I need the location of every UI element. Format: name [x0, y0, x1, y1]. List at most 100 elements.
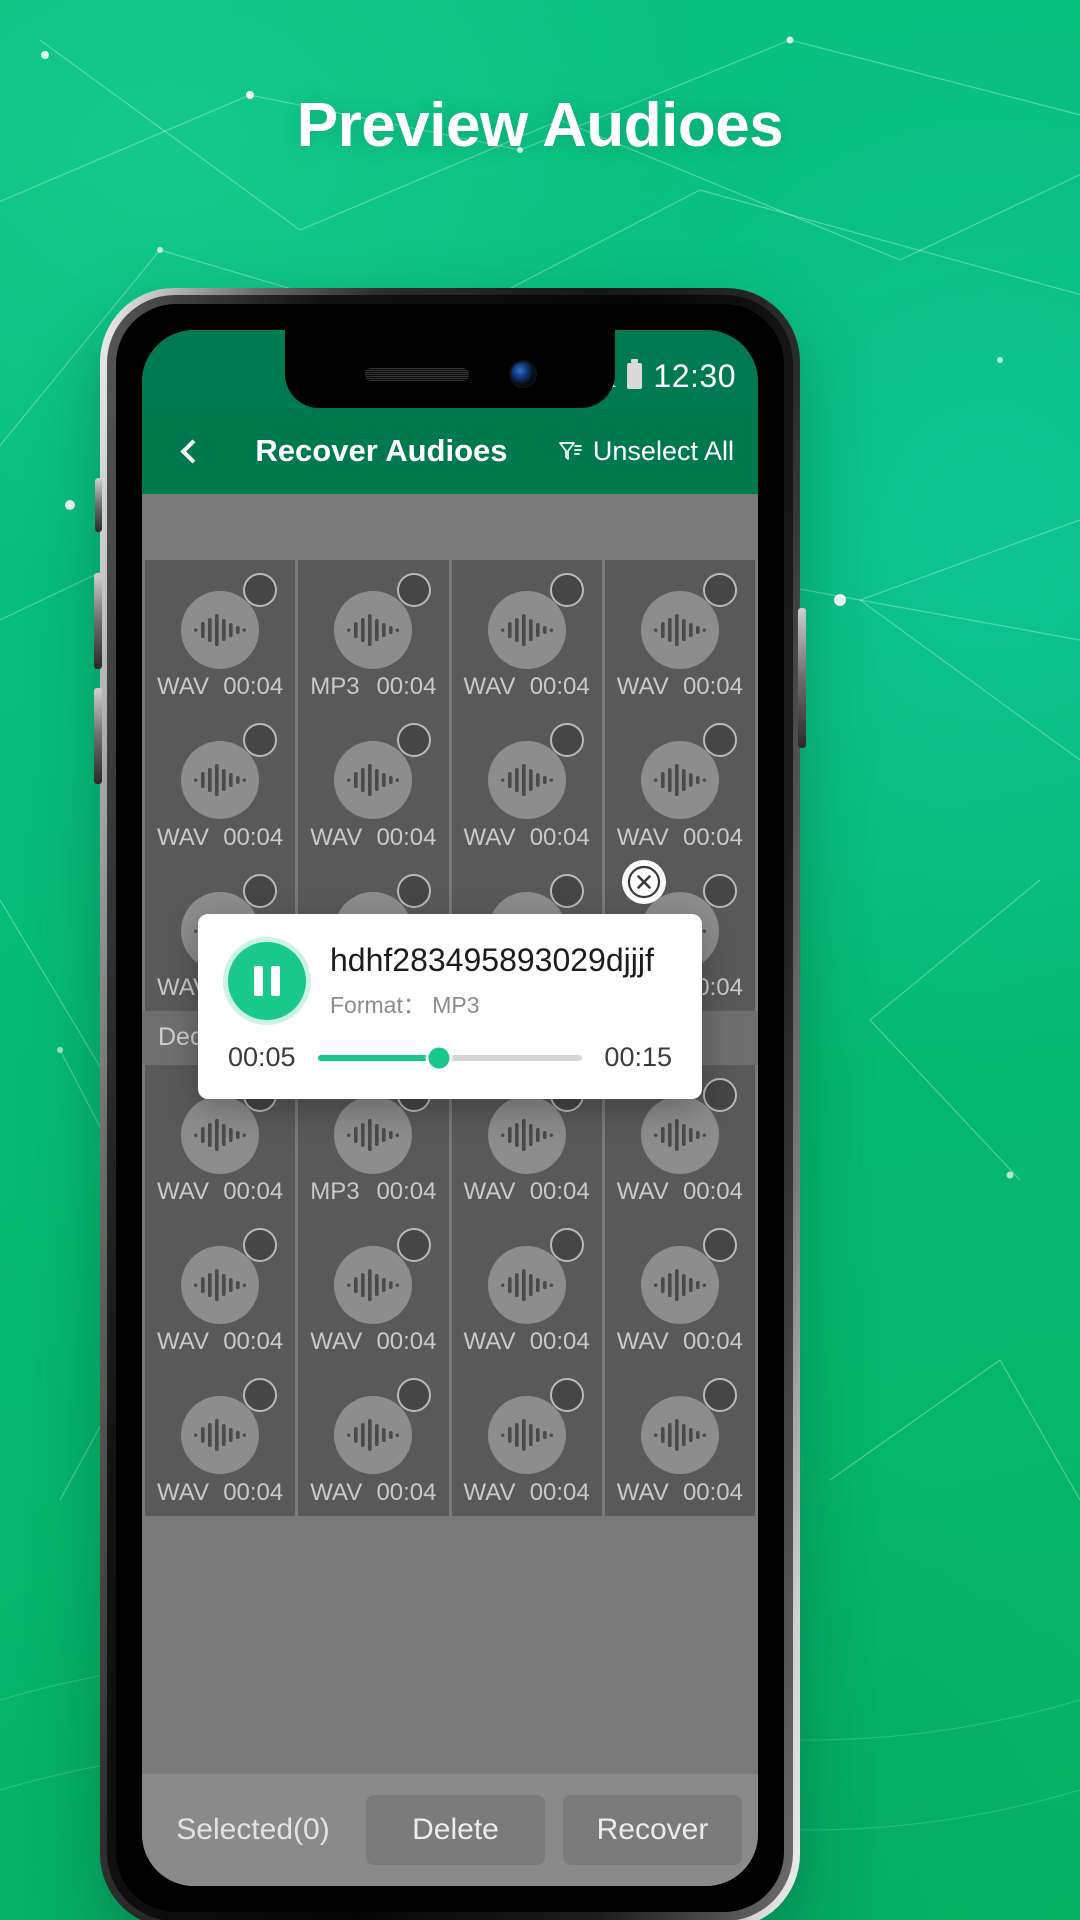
audio-list-scroll[interactable]: WAV 00:04 MP3 00:04 WAV 00:04 WAV 00:04 … [142, 494, 758, 1886]
waveform-icon [653, 1118, 706, 1151]
tile-format: WAV [463, 1178, 516, 1205]
tile-checkbox[interactable] [703, 723, 737, 758]
tile-meta: WAV 00:04 [298, 824, 448, 852]
audio-tile[interactable]: WAV 00:04 [145, 1365, 296, 1516]
tile-duration: 00:04 [682, 823, 743, 851]
tile-meta: MP3 00:04 [298, 1178, 448, 1206]
phone-screen: 12:30 Recover Audioes Unselect All WAV 0… [142, 330, 758, 1886]
tile-meta: WAV 00:04 [605, 824, 755, 852]
seek-thumb[interactable] [428, 1047, 450, 1068]
tile-checkbox[interactable] [396, 1228, 431, 1262]
player-progress-row: 00:05 00:15 [228, 1042, 672, 1073]
tile-checkbox[interactable] [243, 1378, 278, 1413]
tile-checkbox[interactable] [703, 1077, 737, 1112]
waveform-icon [653, 614, 706, 647]
audio-tile[interactable]: WAV 00:04 [298, 1365, 449, 1516]
bottom-action-bar: Selected(0) Delete Recover [142, 1774, 758, 1886]
tile-meta: MP3 00:04 [298, 673, 448, 701]
audio-tile[interactable]: WAV 00:04 [451, 560, 602, 711]
unselect-all-label: Unselect All [592, 435, 734, 466]
audio-tile[interactable]: WAV 00:04 [604, 1215, 755, 1366]
tile-checkbox[interactable] [243, 723, 278, 758]
current-time-label: 00:05 [228, 1042, 296, 1072]
tile-format: WAV [463, 1328, 516, 1356]
phone-bezel: 12:30 Recover Audioes Unselect All WAV 0… [116, 304, 784, 1912]
volume-down-button[interactable] [94, 688, 102, 784]
front-camera-icon [511, 362, 535, 386]
tile-checkbox[interactable] [243, 1228, 278, 1262]
volume-up-button[interactable] [94, 573, 102, 669]
audio-tile[interactable]: WAV 00:04 [604, 710, 755, 861]
tile-checkbox[interactable] [396, 723, 431, 758]
tile-format: WAV [616, 673, 669, 701]
seek-slider[interactable] [317, 1047, 583, 1068]
unselect-all-button[interactable]: Unselect All [557, 436, 738, 467]
audio-tile[interactable]: WAV 00:04 [145, 1215, 296, 1366]
tile-meta: WAV 00:04 [605, 673, 755, 701]
tile-checkbox[interactable] [396, 1378, 431, 1413]
audio-tile[interactable]: WAV 00:04 [298, 1215, 449, 1366]
tile-duration: 00:04 [682, 673, 743, 701]
list-top-spacer [142, 494, 758, 560]
tile-meta: WAV 00:04 [452, 1328, 602, 1356]
audio-thumbnail [334, 1246, 413, 1325]
waveform-icon [653, 1269, 706, 1302]
tile-meta: WAV 00:04 [605, 1479, 755, 1507]
seek-fill [317, 1054, 440, 1061]
audio-thumbnail [640, 1095, 719, 1174]
tile-checkbox[interactable] [703, 873, 737, 908]
tile-duration: 00:04 [682, 1178, 743, 1205]
audio-tile[interactable]: WAV 00:04 [451, 1365, 602, 1516]
tile-checkbox[interactable] [549, 573, 584, 607]
tile-format: WAV [616, 1328, 669, 1356]
tile-duration: 00:04 [529, 1178, 590, 1205]
tile-checkbox[interactable] [549, 1378, 584, 1413]
tile-meta: WAV 00:04 [452, 1178, 602, 1206]
tile-checkbox[interactable] [703, 1378, 737, 1413]
audio-tile[interactable]: WAV 00:04 [298, 710, 449, 861]
audio-tile[interactable]: WAV 00:04 [145, 710, 296, 861]
tile-checkbox[interactable] [243, 873, 278, 908]
tile-format: WAV [463, 823, 516, 851]
waveform-icon [347, 1419, 400, 1452]
audio-tile[interactable]: WAV 00:04 [604, 1365, 755, 1516]
mute-switch[interactable] [95, 478, 102, 532]
tile-duration: 00:04 [376, 1478, 437, 1506]
tile-checkbox[interactable] [396, 573, 431, 607]
audio-tile[interactable]: WAV 00:04 [604, 560, 755, 711]
tile-format: WAV [157, 1178, 209, 1205]
waveform-icon [194, 1118, 247, 1151]
phone-mockup: 12:30 Recover Audioes Unselect All WAV 0… [94, 288, 806, 1920]
tile-checkbox[interactable] [703, 1228, 737, 1262]
audio-thumbnail [181, 741, 260, 820]
tile-format: WAV [616, 1478, 669, 1506]
tile-meta: WAV 00:04 [452, 824, 602, 852]
audio-tile[interactable]: WAV 00:04 [451, 1215, 602, 1366]
audio-tile[interactable]: WAV 00:04 [451, 710, 602, 861]
delete-button[interactable]: Delete [366, 1795, 545, 1865]
audio-thumbnail [181, 1246, 260, 1325]
tile-meta: WAV 00:04 [145, 824, 295, 852]
audio-thumbnail [487, 1396, 566, 1475]
audio-tile[interactable]: WAV 00:04 [145, 560, 296, 711]
tile-meta: WAV 00:04 [605, 1178, 755, 1206]
tile-checkbox[interactable] [703, 573, 737, 607]
phone-notch [285, 330, 615, 408]
play-pause-button[interactable] [228, 942, 306, 1020]
tile-checkbox[interactable] [243, 573, 278, 607]
recover-button[interactable]: Recover [563, 1795, 742, 1865]
tile-checkbox[interactable] [549, 873, 584, 908]
filter-list-icon [559, 442, 582, 460]
tile-duration: 00:04 [376, 823, 437, 851]
audio-thumbnail [181, 1095, 260, 1174]
power-button[interactable] [798, 608, 806, 748]
tile-duration: 00:04 [223, 1478, 284, 1506]
audio-thumbnail [640, 1396, 719, 1475]
tile-meta: WAV 00:04 [605, 1328, 755, 1356]
player-close-button[interactable] [622, 860, 666, 904]
audio-tile[interactable]: MP3 00:04 [298, 560, 449, 711]
waveform-icon [500, 1269, 553, 1302]
tile-checkbox[interactable] [549, 1228, 584, 1262]
tile-checkbox[interactable] [549, 723, 584, 758]
tile-checkbox[interactable] [396, 873, 431, 908]
